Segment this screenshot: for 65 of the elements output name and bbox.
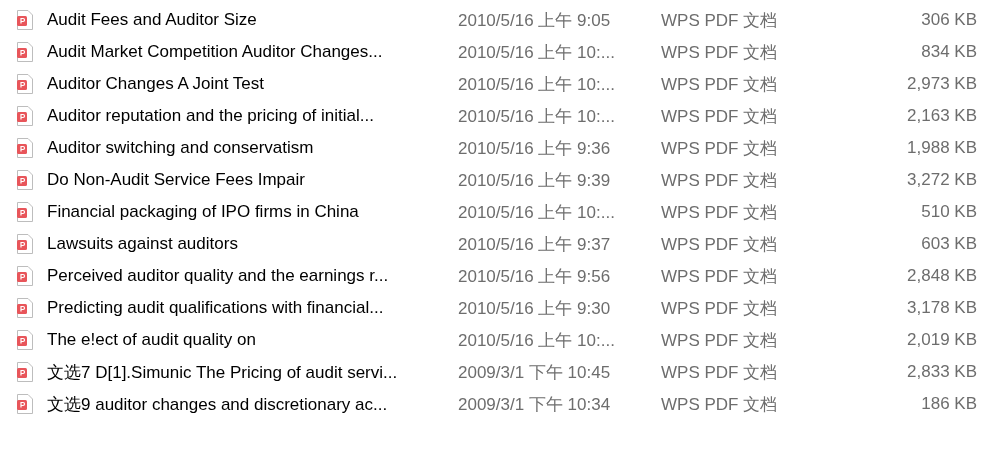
file-size: 2,163 KB xyxy=(907,106,977,126)
file-size: 3,178 KB xyxy=(907,298,977,318)
modified-date: 2010/5/16 上午 9:39 xyxy=(458,169,612,192)
file-type: WPS PDF 文档 xyxy=(661,137,779,160)
file-name: Predicting audit qualifications with financial... xyxy=(47,298,385,318)
file-type: WPS PDF 文档 xyxy=(661,9,779,32)
modified-date: 2010/5/16 上午 10:... xyxy=(458,201,616,224)
file-type: WPS PDF 文档 xyxy=(661,201,779,224)
file-name: Perceived auditor quality and the earnings r... xyxy=(47,266,390,286)
pdf-file-icon xyxy=(17,266,33,286)
file-name: Auditor Changes A Joint Test xyxy=(47,74,266,94)
pdf-file-icon xyxy=(17,298,33,318)
modified-date: 2010/5/16 上午 9:36 xyxy=(458,137,612,160)
modified-date: 2010/5/16 上午 9:05 xyxy=(458,9,612,32)
pdf-file-icon xyxy=(17,10,33,30)
file-type: WPS PDF 文档 xyxy=(661,169,779,192)
file-size: 603 KB xyxy=(921,234,977,254)
file-name: Auditor switching and conservatism xyxy=(47,138,315,158)
pdf-file-icon xyxy=(17,234,33,254)
modified-date: 2010/5/16 上午 9:56 xyxy=(458,265,612,288)
file-name: Audit Market Competition Auditor Changes... xyxy=(47,42,384,62)
file-type: WPS PDF 文档 xyxy=(661,105,779,128)
file-size: 1,988 KB xyxy=(907,138,977,158)
file-name: Financial packaging of IPO firms in China xyxy=(47,202,360,222)
file-size: 2,019 KB xyxy=(907,330,977,350)
file-size: 2,848 KB xyxy=(907,266,977,286)
modified-date: 2010/5/16 上午 10:... xyxy=(458,41,616,64)
file-name: The e!ect of audit quality on xyxy=(47,330,257,350)
file-size: 3,272 KB xyxy=(907,170,977,190)
pdf-file-icon xyxy=(17,394,33,414)
pdf-file-icon xyxy=(17,106,33,126)
pdf-file-icon xyxy=(17,170,33,190)
pdf-file-icon xyxy=(17,42,33,62)
file-type: WPS PDF 文档 xyxy=(661,233,779,256)
file-type: WPS PDF 文档 xyxy=(661,361,779,384)
file-type: WPS PDF 文档 xyxy=(661,297,779,320)
file-size: 186 KB xyxy=(921,394,977,414)
file-type: WPS PDF 文档 xyxy=(661,41,779,64)
pdf-file-icon xyxy=(17,330,33,350)
file-size: 306 KB xyxy=(921,10,977,30)
file-size: 2,973 KB xyxy=(907,74,977,94)
pdf-file-icon xyxy=(17,202,33,222)
modified-date: 2010/5/16 上午 10:... xyxy=(458,329,616,352)
file-type: WPS PDF 文档 xyxy=(661,329,779,352)
pdf-file-icon xyxy=(17,138,33,158)
file-size: 834 KB xyxy=(921,42,977,62)
file-name: Do Non-Audit Service Fees Impair xyxy=(47,170,306,190)
file-size: 510 KB xyxy=(921,202,977,222)
file-name: 文选9 auditor changes and discretionary ac... xyxy=(47,393,389,416)
file-name: Auditor reputation and the pricing of initial... xyxy=(47,106,375,126)
file-size: 2,833 KB xyxy=(907,362,977,382)
modified-date: 2009/3/1 下午 10:45 xyxy=(458,361,612,384)
modified-date: 2010/5/16 上午 10:... xyxy=(458,105,616,128)
modified-date: 2010/5/16 上午 9:30 xyxy=(458,297,612,320)
file-name: 文选7 D[1].Simunic The Pricing of audit servi... xyxy=(47,361,399,384)
modified-date: 2010/5/16 上午 10:... xyxy=(458,73,616,96)
modified-date: 2010/5/16 上午 9:37 xyxy=(458,233,612,256)
pdf-file-icon xyxy=(17,362,33,382)
file-name: Audit Fees and Auditor Size xyxy=(47,10,258,30)
modified-date: 2009/3/1 下午 10:34 xyxy=(458,393,612,416)
pdf-file-icon xyxy=(17,74,33,94)
file-type: WPS PDF 文档 xyxy=(661,265,779,288)
file-type: WPS PDF 文档 xyxy=(661,393,779,416)
file-type: WPS PDF 文档 xyxy=(661,73,779,96)
file-name: Lawsuits against auditors xyxy=(47,234,239,254)
